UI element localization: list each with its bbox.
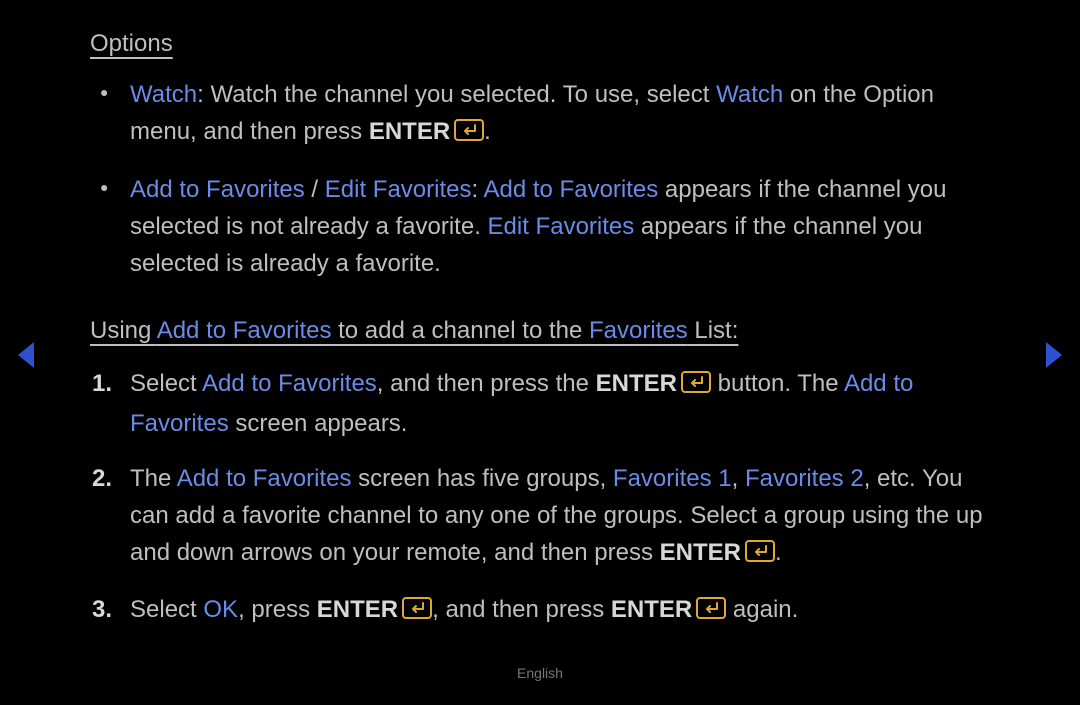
text: .: [484, 118, 491, 145]
text: Using: [90, 317, 157, 344]
enter-icon: [745, 536, 775, 573]
keyword-favorites-1: Favorites 1: [613, 465, 732, 492]
keyword-add-favorites: Add to Favorites: [157, 317, 332, 344]
step-3: Select OK, press ENTER, and then press E…: [130, 591, 990, 630]
nav-prev-icon[interactable]: [14, 340, 38, 370]
keyword-favorites: Favorites: [589, 317, 688, 344]
enter-label: ENTER: [611, 596, 692, 623]
text: , and then press: [432, 596, 611, 623]
section-title: Options: [90, 25, 990, 62]
keyword-add-favorites: Add to Favorites: [177, 465, 352, 492]
text: :: [471, 176, 483, 203]
bullet-favorites: Add to Favorites / Edit Favorites: Add t…: [130, 171, 990, 283]
text: List:: [688, 317, 739, 344]
text: .: [775, 539, 782, 566]
subheading: Using Add to Favorites to add a channel …: [90, 312, 990, 349]
keyword-watch: Watch: [130, 81, 197, 108]
step-1: Select Add to Favorites, and then press …: [130, 365, 990, 441]
keyword-add-favorites: Add to Favorites: [202, 370, 377, 397]
nav-next-icon[interactable]: [1042, 340, 1066, 370]
text: button. The: [711, 370, 844, 397]
step-2: The Add to Favorites screen has five gro…: [130, 460, 990, 574]
keyword-favorites-2: Favorites 2: [745, 465, 864, 492]
bullet-watch: Watch: Watch the channel you selected. T…: [130, 76, 990, 152]
keyword-add-favorites: Add to Favorites: [484, 176, 659, 203]
keyword-add-favorites: Add to Favorites: [130, 176, 305, 203]
enter-icon: [681, 367, 711, 404]
enter-icon: [696, 593, 726, 630]
text: , and then press the: [377, 370, 596, 397]
text: screen has five groups,: [351, 465, 612, 492]
text: , press: [238, 596, 317, 623]
keyword-edit-favorites: Edit Favorites: [488, 213, 635, 240]
text: Select: [130, 370, 202, 397]
enter-label: ENTER: [596, 370, 677, 397]
keyword-edit-favorites: Edit Favorites: [325, 176, 472, 203]
text: again.: [726, 596, 798, 623]
enter-icon: [402, 593, 432, 630]
enter-label: ENTER: [660, 539, 741, 566]
text: to add a channel to the: [331, 317, 589, 344]
text: ,: [732, 465, 745, 492]
enter-label: ENTER: [369, 118, 450, 145]
text: The: [130, 465, 177, 492]
keyword-watch: Watch: [716, 81, 783, 108]
enter-icon: [454, 115, 484, 152]
keyword-ok: OK: [203, 596, 238, 623]
text: : Watch the channel you selected. To use…: [197, 81, 716, 108]
footer-language: English: [0, 663, 1080, 685]
text: screen appears.: [229, 410, 408, 437]
enter-label: ENTER: [317, 596, 398, 623]
text: Select: [130, 596, 203, 623]
text: /: [305, 176, 325, 203]
